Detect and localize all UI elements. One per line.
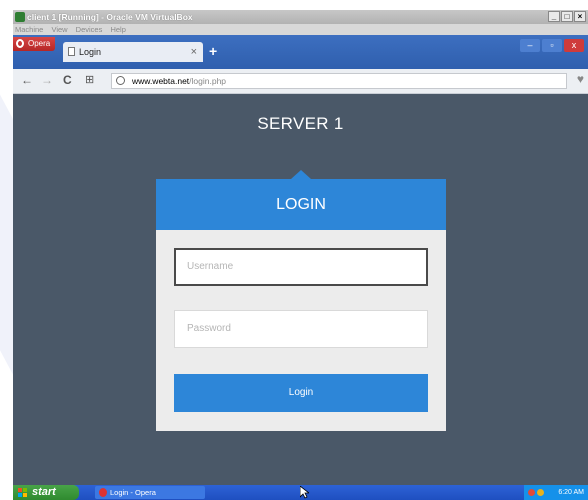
speed-dial-icon[interactable]: ⊞: [85, 73, 94, 87]
vbox-window-controls: _ □ ×: [548, 11, 586, 22]
browser-maximize-button[interactable]: ▫: [542, 39, 562, 52]
windows-flag-icon: [18, 488, 27, 497]
url-input[interactable]: www.webta.net/login.php: [111, 73, 567, 89]
heart-icon[interactable]: ♥: [577, 72, 584, 86]
login-button[interactable]: Login: [174, 374, 428, 412]
tab-login[interactable]: Login ×: [63, 42, 203, 62]
back-arrow-icon[interactable]: ←: [21, 73, 33, 87]
vbox-window-title: client 1 [Running] - Oracle VM VirtualBo…: [27, 12, 193, 22]
opera-menu-label: Opera: [28, 39, 51, 48]
tab-close-icon[interactable]: ×: [191, 42, 197, 62]
url-text: www.webta.net/login.php: [132, 74, 226, 88]
start-button[interactable]: start: [13, 485, 79, 500]
address-bar: ← → C ⊞ www.webta.net/login.php ♥: [13, 69, 588, 94]
opera-menu-button[interactable]: Opera: [13, 37, 55, 51]
login-arrow-decoration: [291, 170, 311, 179]
password-input[interactable]: Password: [174, 310, 428, 348]
vbox-close-button[interactable]: ×: [574, 11, 586, 22]
globe-icon: [116, 76, 125, 85]
virtualbox-window: client 1 [Running] - Oracle VM VirtualBo…: [13, 10, 588, 500]
opera-logo-icon: [16, 39, 24, 48]
taskbar-item-opera[interactable]: Login - Opera: [95, 486, 205, 499]
browser-minimize-button[interactable]: –: [520, 39, 540, 52]
menu-help[interactable]: Help: [110, 25, 125, 34]
browser-window-controls: – ▫ x: [520, 39, 584, 52]
vbox-minimize-button[interactable]: _: [548, 11, 560, 22]
login-panel: LOGIN Username Password Login: [156, 170, 446, 431]
vbox-maximize-button[interactable]: □: [561, 11, 573, 22]
system-tray: 6:20 AM: [524, 485, 588, 500]
clock: 6:20 AM: [558, 489, 584, 496]
menu-machine[interactable]: Machine: [15, 25, 43, 34]
tab-title: Login: [79, 47, 102, 57]
taskbar-item-label: Login - Opera: [110, 488, 156, 497]
tray-security-icon[interactable]: [528, 489, 535, 496]
opera-taskbar-icon: [99, 488, 107, 497]
login-header: LOGIN: [156, 179, 446, 230]
url-path: /login.php: [189, 76, 227, 86]
start-label: start: [32, 486, 56, 498]
url-domain: www.webta.net: [132, 76, 190, 86]
username-input[interactable]: Username: [174, 248, 428, 286]
browser-close-button[interactable]: x: [564, 39, 584, 52]
vbox-menubar: Machine View Devices Help: [13, 24, 588, 35]
vbox-titlebar: client 1 [Running] - Oracle VM VirtualBo…: [13, 10, 588, 24]
new-tab-button[interactable]: +: [209, 44, 217, 58]
virtualbox-icon: [15, 12, 25, 22]
web-page: SERVER 1 LOGIN Username Password Login: [13, 94, 588, 465]
page-title: SERVER 1: [257, 114, 344, 133]
menu-devices[interactable]: Devices: [76, 25, 103, 34]
mouse-cursor-icon: [300, 486, 309, 499]
menu-view[interactable]: View: [51, 25, 67, 34]
tray-network-icon[interactable]: [537, 489, 544, 496]
page-icon: [68, 47, 75, 56]
browser-tabbar: Opera Login × + – ▫ x: [13, 35, 588, 69]
login-form: Username Password Login: [156, 230, 446, 431]
forward-arrow-icon[interactable]: →: [41, 73, 53, 87]
reload-icon[interactable]: C: [63, 73, 72, 87]
